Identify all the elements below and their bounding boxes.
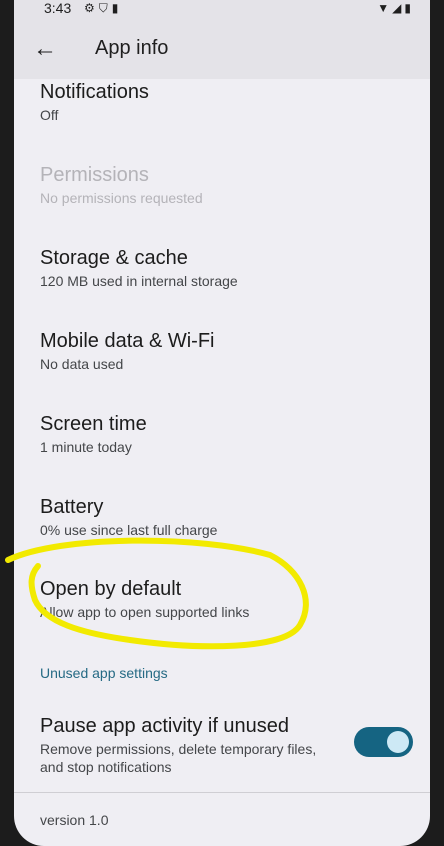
app-bar: ← App info bbox=[14, 22, 430, 79]
pause-app-activity-item[interactable]: Pause app activity if unused Remove perm… bbox=[40, 714, 340, 776]
sim-icon: ▮ bbox=[111, 1, 123, 15]
back-arrow-icon[interactable]: ← bbox=[32, 36, 58, 62]
item-subtitle: 0% use since last full charge bbox=[40, 522, 218, 538]
storage-cache-item[interactable]: Storage & cache 120 MB used in internal … bbox=[40, 246, 238, 290]
item-title: Permissions bbox=[40, 164, 149, 186]
toggle-knob bbox=[387, 731, 409, 753]
item-subtitle-line: and stop notifications bbox=[40, 759, 172, 775]
signal-icon: ◢ bbox=[392, 1, 405, 15]
wifi-icon: ▼ bbox=[377, 1, 393, 15]
version-label: version 1.0 bbox=[40, 812, 109, 828]
battery-icon: ▮ bbox=[404, 1, 414, 15]
divider bbox=[14, 792, 430, 793]
item-title: Notifications bbox=[40, 81, 149, 103]
item-subtitle: Off bbox=[40, 107, 59, 123]
notifications-item[interactable]: Notifications Off bbox=[40, 80, 149, 124]
open-by-default-item[interactable]: Open by default Allow app to open suppor… bbox=[40, 577, 249, 621]
mobile-data-item[interactable]: Mobile data & Wi‑Fi No data used bbox=[40, 329, 215, 373]
item-title: Mobile data & Wi‑Fi bbox=[40, 330, 215, 352]
screen-time-item[interactable]: Screen time 1 minute today bbox=[40, 412, 147, 456]
battery-item[interactable]: Battery 0% use since last full charge bbox=[40, 495, 217, 539]
item-subtitle: Allow app to open supported links bbox=[40, 604, 250, 620]
permissions-item[interactable]: Permissions No permissions requested bbox=[40, 163, 203, 207]
item-subtitle: No permissions requested bbox=[40, 190, 203, 206]
unused-app-settings-header: Unused app settings bbox=[40, 665, 168, 681]
item-title: Open by default bbox=[40, 578, 182, 600]
status-bar: 3:43 ⚙⛉▮ ▼◢▮ bbox=[14, 0, 430, 22]
item-title: Screen time bbox=[40, 413, 147, 435]
page-title: App info bbox=[95, 37, 169, 59]
item-title: Storage & cache bbox=[40, 247, 188, 269]
item-subtitle: Remove permissions, delete temporary fil… bbox=[40, 740, 340, 776]
shield-icon: ⛉ bbox=[98, 1, 112, 15]
item-subtitle-line: Remove permissions, delete temporary fil… bbox=[40, 741, 317, 757]
phone-screen: 3:43 ⚙⛉▮ ▼◢▮ ← App info Notifications Of… bbox=[14, 0, 430, 846]
pause-app-activity-toggle[interactable] bbox=[354, 727, 413, 757]
item-subtitle: 1 minute today bbox=[40, 439, 132, 455]
gear-icon: ⚙ bbox=[84, 1, 99, 15]
item-title: Pause app activity if unused bbox=[40, 715, 290, 737]
status-right-icons: ▼◢▮ bbox=[377, 1, 414, 15]
status-icons: ⚙⛉▮ bbox=[84, 1, 122, 16]
item-subtitle: No data used bbox=[40, 356, 124, 372]
status-time: 3:43 bbox=[44, 0, 72, 16]
item-subtitle: 120 MB used in internal storage bbox=[40, 273, 238, 289]
item-title: Battery bbox=[40, 496, 104, 518]
